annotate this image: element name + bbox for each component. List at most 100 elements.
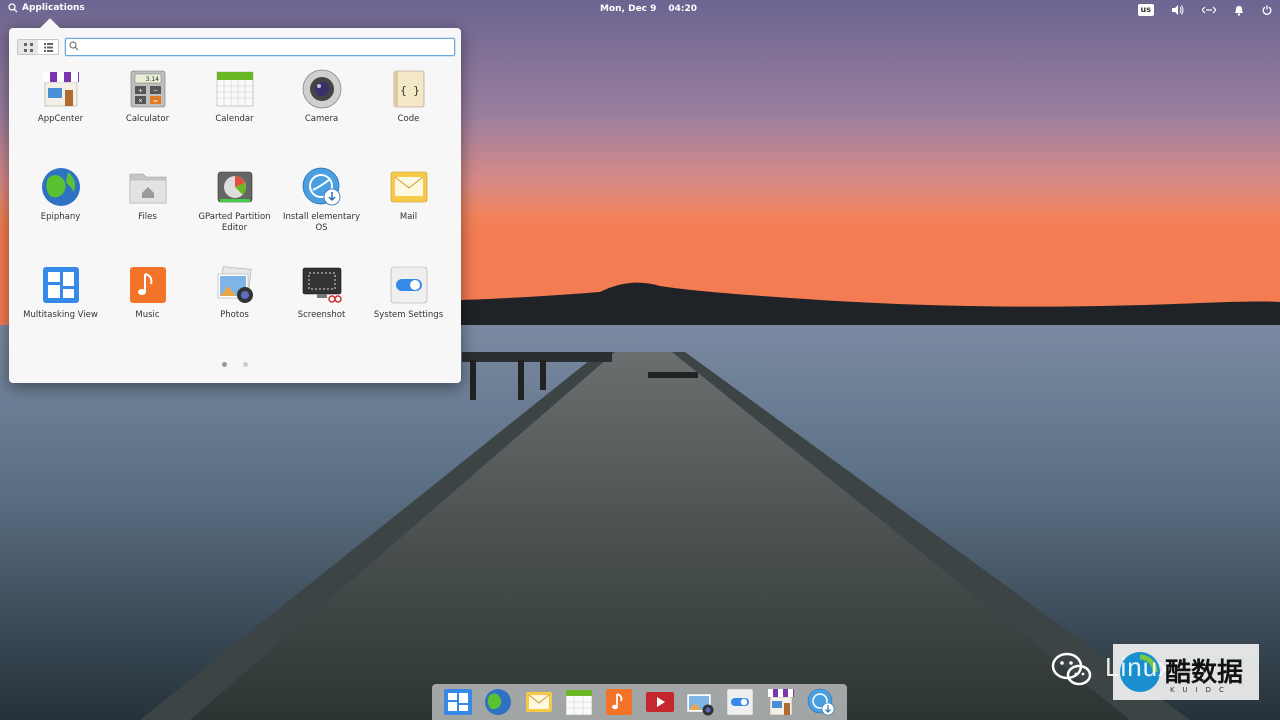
installer-icon [807, 688, 835, 716]
multitasking-icon [444, 689, 473, 715]
photos-icon [217, 266, 253, 303]
watermark-subtitle: KUIDC [1170, 686, 1232, 694]
app-label: Calendar [215, 114, 254, 124]
app-label: Multitasking View [23, 310, 98, 320]
app-epiphany[interactable]: Epiphany [17, 166, 104, 264]
svg-text:×: × [137, 98, 142, 105]
app-label: Screenshot [297, 310, 346, 320]
app-code[interactable]: { } Code [365, 68, 452, 166]
search-icon [8, 3, 18, 13]
volume-icon[interactable] [1172, 5, 1184, 15]
dock-calendar[interactable] [564, 687, 594, 717]
app-screenshot[interactable]: Screenshot [278, 264, 365, 362]
epiphany-icon [41, 168, 80, 206]
notifications-bell-icon[interactable] [1234, 5, 1244, 16]
multitasking-icon [42, 267, 79, 303]
dock-appcenter[interactable] [766, 687, 796, 717]
mail-icon [525, 692, 552, 712]
dock-videos[interactable] [645, 687, 675, 717]
mail-icon [390, 171, 427, 203]
app-label: Epiphany [40, 212, 81, 222]
calculator-display-text: 3.14 [145, 76, 159, 83]
app-files[interactable]: Files [104, 166, 191, 264]
time-text: 04:20 [668, 4, 698, 14]
page-2-dot[interactable] [243, 362, 248, 367]
search-field[interactable] [65, 38, 455, 56]
svg-text:{ }: { } [400, 84, 420, 97]
app-label: System Settings [373, 310, 444, 320]
photos-icon [686, 693, 714, 716]
app-label: GParted Partition Editor [198, 212, 271, 233]
grid-icon [23, 42, 33, 52]
list-icon [43, 42, 53, 52]
camera-icon [302, 69, 341, 109]
app-label: Photos [220, 310, 249, 320]
dock-mail[interactable] [524, 687, 554, 717]
app-system-settings[interactable]: System Settings [365, 264, 452, 362]
app-label: Music [135, 310, 160, 320]
app-gparted[interactable]: GParted Partition Editor [191, 166, 278, 264]
indicator-area: us [1137, 2, 1272, 18]
gparted-icon [217, 171, 252, 203]
app-music[interactable]: Music [104, 264, 191, 362]
app-calendar[interactable]: Calendar [191, 68, 278, 166]
appcenter-icon [42, 72, 79, 107]
files-icon [129, 173, 166, 204]
app-label: Calculator [125, 114, 170, 124]
applications-menu-button[interactable]: Applications [8, 3, 85, 13]
search-input[interactable] [82, 39, 442, 55]
wechat-icon [1051, 652, 1092, 686]
svg-text:+: + [137, 88, 142, 95]
dock-photos[interactable] [685, 687, 715, 717]
view-mode-toggle [17, 39, 59, 55]
dock-system-settings[interactable] [725, 687, 755, 717]
dock-installer[interactable] [806, 687, 836, 717]
app-photos[interactable]: Photos [191, 264, 278, 362]
code-icon: { } [393, 70, 424, 108]
power-icon[interactable] [1262, 5, 1272, 15]
dock-multitasking[interactable] [443, 687, 473, 717]
dock [432, 684, 847, 720]
music-icon [606, 689, 633, 715]
app-label: Install elementary OS [282, 212, 361, 233]
svg-text:=: = [152, 98, 157, 105]
dock-music[interactable] [604, 687, 634, 717]
epiphany-icon [485, 689, 512, 715]
calculator-icon: 3.14 + − × = [130, 70, 165, 108]
app-calculator[interactable]: 3.14 + − × = Calculator [104, 68, 191, 166]
dock-epiphany[interactable] [483, 687, 513, 717]
watermark: Linux 酷数据 KUIDC [1050, 644, 1260, 700]
app-multitasking[interactable]: Multitasking View [17, 264, 104, 362]
app-label: AppCenter [37, 114, 84, 124]
applications-launcher-popover: AppCenter 3.14 + − × = Calculator Calend… [9, 28, 461, 383]
category-view-button[interactable] [38, 40, 58, 54]
search-icon [69, 41, 79, 51]
svg-text:−: − [152, 88, 157, 95]
datetime-indicator[interactable]: Mon, Dec 9 04:20 [600, 4, 697, 14]
calendar-icon [565, 689, 593, 716]
keyboard-layout-indicator[interactable]: us [1137, 4, 1154, 16]
appcenter-icon [767, 689, 794, 716]
music-icon [129, 267, 166, 303]
network-icon[interactable] [1202, 6, 1216, 14]
app-label: Mail [399, 212, 418, 222]
grid-view-button[interactable] [18, 40, 38, 54]
app-label: Files [138, 212, 157, 222]
settings-icon [390, 266, 427, 304]
app-appcenter[interactable]: AppCenter [17, 68, 104, 166]
app-mail[interactable]: Mail [365, 166, 452, 264]
applications-label: Applications [22, 3, 85, 13]
settings-icon [726, 688, 754, 716]
app-installer[interactable]: Install elementary OS [278, 166, 365, 264]
app-label: Camera [304, 114, 339, 124]
calendar-icon [216, 71, 253, 107]
app-grid: AppCenter 3.14 + − × = Calculator Calend… [17, 68, 453, 362]
page-switcher [9, 362, 461, 367]
page-1-dot[interactable] [222, 362, 227, 367]
watermark-chinese-text: 酷数据 [1165, 658, 1244, 688]
videos-icon [645, 692, 674, 712]
screenshot-icon [302, 267, 342, 303]
installer-icon [302, 167, 340, 206]
app-camera[interactable]: Camera [278, 68, 365, 166]
app-label: Code [397, 114, 420, 124]
